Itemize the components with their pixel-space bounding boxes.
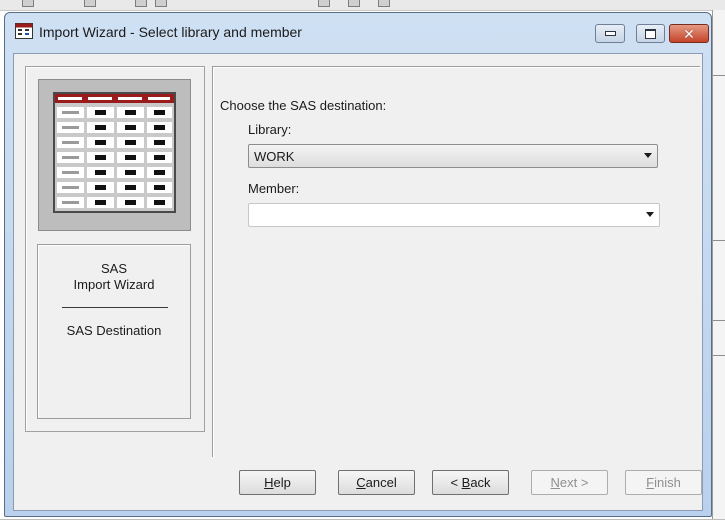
minimize-button[interactable]	[595, 24, 625, 43]
caption-line2: Import Wizard	[73, 277, 155, 292]
dialog-body: SAS Import Wizard SAS Destination Choose…	[13, 53, 703, 511]
member-label: Member:	[248, 181, 300, 196]
maximize-button[interactable]	[636, 24, 665, 43]
toolbar-icon	[135, 0, 147, 7]
spreadsheet-grid-graphic	[55, 94, 174, 211]
toolbar-icon	[22, 0, 34, 7]
back-button[interactable]: < Back	[432, 470, 509, 495]
cancel-button[interactable]: Cancel	[338, 470, 415, 495]
wizard-content: Choose the SAS destination: Library: WOR…	[212, 66, 700, 457]
library-label: Library:	[248, 122, 292, 137]
help-button[interactable]: Help	[239, 470, 316, 495]
title-bar[interactable]: Import Wizard - Select library and membe…	[5, 13, 711, 53]
wizard-caption: SAS Import Wizard SAS Destination	[37, 244, 191, 419]
minimize-icon	[604, 31, 616, 36]
wizard-sidebar: SAS Import Wizard SAS Destination	[25, 66, 205, 432]
spreadsheet-table-icon	[53, 92, 176, 213]
screen: Import Wizard - Select library and membe…	[0, 0, 725, 530]
dropdown-arrow-icon	[646, 212, 654, 217]
wizard-image	[38, 79, 191, 231]
toolbar-icon	[155, 0, 167, 7]
background-window-edge	[712, 10, 725, 520]
library-value: WORK	[254, 149, 295, 164]
maximize-icon	[645, 28, 656, 39]
import-wizard-dialog: Import Wizard - Select library and membe…	[4, 12, 712, 517]
dropdown-arrow-icon	[644, 153, 652, 158]
member-combobox[interactable]	[248, 203, 660, 227]
page-heading: Choose the SAS destination:	[220, 98, 387, 113]
close-icon: ✕	[683, 25, 695, 42]
library-select[interactable]: WORK	[248, 144, 658, 168]
background-toolbar	[0, 0, 725, 11]
window-title: Import Wizard - Select library and membe…	[39, 24, 302, 40]
toolbar-icon	[378, 0, 390, 7]
wizard-app-icon	[15, 23, 33, 39]
close-button[interactable]: ✕	[669, 24, 709, 43]
toolbar-icon	[348, 0, 360, 7]
finish-button[interactable]: Finish	[625, 470, 702, 495]
toolbar-icon	[84, 0, 96, 7]
current-step-label: SAS Destination	[66, 323, 162, 338]
toolbar-icon	[318, 0, 330, 7]
caption-line1: SAS	[100, 261, 127, 276]
background-statusbar	[0, 519, 725, 530]
next-button[interactable]: Next >	[531, 470, 608, 495]
caption-divider	[62, 307, 168, 308]
